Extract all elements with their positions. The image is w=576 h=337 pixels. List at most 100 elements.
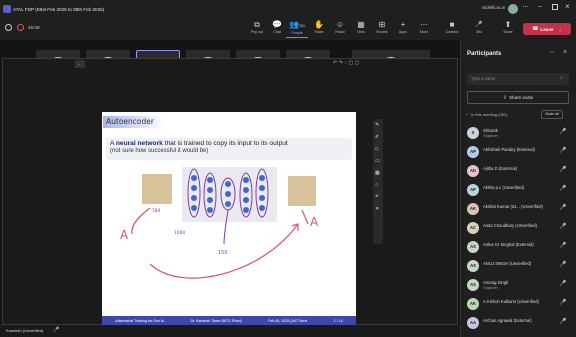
slide-title: Autoencoder — [106, 117, 154, 126]
footer-course: Adversarial Training for Gen AI — [115, 319, 165, 323]
hand-icon: ✋ — [314, 20, 324, 29]
footer-page: 1 / 14 — [333, 319, 343, 323]
participant-name: Abhishek Pandey (External) — [483, 147, 535, 152]
close-icon[interactable]: × — [565, 2, 570, 11]
share-tools-icon[interactable]: ↶ ↷ ◌ ▢ ▢ — [333, 60, 359, 66]
avatar: AK — [467, 298, 479, 310]
people-count: 251 — [298, 24, 305, 28]
mic-off-icon: 🎤 — [559, 205, 567, 211]
ellipsis-icon: ⋯ — [420, 20, 428, 29]
meeting-timer: 45:09 — [28, 25, 40, 30]
undo-icon[interactable]: ↶ — [375, 194, 379, 200]
raise-label: Raise — [314, 30, 324, 34]
mic-off-icon: 🎤 — [559, 243, 567, 249]
participant-row[interactable]: AS Anurag Singh Organizer 🎤 — [461, 276, 576, 295]
people-button[interactable]: 👥251 People — [286, 20, 308, 38]
avatar: AC — [467, 222, 479, 234]
participant-name: Anurag Singh — [483, 280, 509, 285]
section-chevron-icon[interactable]: ⌄ — [465, 111, 468, 116]
rooms-button[interactable]: ⊞ Rooms — [371, 20, 393, 38]
minimize-icon[interactable]: – — [538, 3, 542, 10]
popout-button[interactable]: ⧉ Pop out — [246, 20, 268, 38]
panel-title: Participants — [467, 51, 502, 57]
panel-more-icon[interactable]: ⋯ — [549, 49, 555, 56]
search-placeholder: Type a name — [471, 76, 496, 81]
mic-off-icon: 🎤 — [559, 148, 567, 154]
section-label: In this meeting (251) — [471, 112, 508, 117]
label-a1: A — [120, 228, 129, 242]
share-button[interactable]: ⬆ Share — [497, 20, 519, 38]
avatar: S — [467, 127, 479, 139]
output-image — [288, 176, 316, 206]
more-button[interactable]: ⋯ More — [413, 20, 435, 38]
apps-button[interactable]: + Apps — [392, 20, 414, 38]
chat-button[interactable]: 💬 Chat — [266, 20, 288, 38]
clear-icon[interactable]: ✕ — [375, 206, 379, 212]
presentation-slide: Autoencoder A neural network that is tra… — [102, 112, 356, 328]
recording-icon — [17, 24, 24, 31]
people-icon: 👥251 — [289, 20, 305, 29]
participant-row[interactable]: AS Ankur Kr Singhal (External) 🎤 — [461, 238, 576, 257]
mic-off-icon: 🎤 — [559, 319, 567, 325]
share-invite-button[interactable]: ⇧ Share invite — [467, 91, 569, 104]
mic-icon: 🎤 — [53, 327, 60, 333]
back-arrow-icon[interactable]: ← — [75, 60, 85, 68]
participant-row[interactable]: AC Anita Choudhary (Unverified) 🎤 — [461, 219, 576, 238]
annotation-toolbar: ✎ ✐ ◇ ▭ ▦ ○ ↶ ✕ — [373, 119, 383, 244]
profile-avatar[interactable] — [508, 4, 518, 14]
participant-name: Anita Choudhary (Unverified) — [483, 223, 537, 228]
chat-icon: 💬 — [272, 20, 282, 29]
slide-subtext: (not sure how successful it would be) — [110, 148, 209, 154]
camera-button[interactable]: ■ Camera — [441, 20, 463, 38]
mic-button[interactable]: 🎤 Mic — [468, 20, 490, 38]
chevron-down-icon[interactable]: ⌄ — [558, 27, 561, 32]
grid-icon[interactable]: ▦ — [375, 170, 380, 176]
highlighter-icon[interactable]: ✐ — [375, 134, 379, 140]
label-n2: 784 — [152, 208, 161, 214]
share-invite-label: Share invite — [508, 95, 534, 100]
participant-role: Organizer — [483, 134, 498, 138]
account-label: nitdelhi.ac.in — [482, 5, 506, 10]
raise-hand-button[interactable]: ✋ Raise — [308, 20, 330, 38]
presenter-bar: Kamlesh (Unverified) 🎤 — [0, 325, 460, 337]
participant-name: Archan Agrawal (External) — [483, 318, 532, 323]
camera-label: Camera — [445, 30, 459, 34]
chat-label: Chat — [273, 30, 281, 34]
mute-all-button[interactable]: Mute all — [541, 110, 563, 119]
participant-row[interactable]: AP Akhila p.c (Unverified) 🎤 — [461, 181, 576, 200]
participant-row[interactable]: AP Abhishek Pandey (External) 🎤 — [461, 143, 576, 162]
participant-row[interactable]: AS ANUJ SINGH (Unverified) 🎤 — [461, 257, 576, 276]
participant-name: Ankur Kr Singhal (External) — [483, 242, 534, 247]
autoencoder-diagram: A A 150 1000 784 — [120, 167, 319, 279]
slide-text-post: that is trained to copy its input to its… — [162, 140, 288, 147]
participant-row[interactable]: AA Archan Agrawal (External) 🎤 — [461, 314, 576, 333]
meeting-info-icon[interactable] — [5, 24, 12, 31]
footer-author: Dr. Kamlesh Tiwari (BITS Pilani) — [190, 319, 242, 323]
avatar: AP — [467, 184, 479, 196]
more-options-icon[interactable]: ⋯ — [522, 3, 529, 11]
participant-row[interactable]: S Shivank Organizer 🎤 — [461, 124, 576, 143]
rooms-icon: ⊞ — [378, 20, 386, 29]
title-bar: ATAL FDP (Ettel Feb 2025 to 08th Feb 202… — [0, 0, 576, 18]
mic-label: Mic — [476, 30, 482, 34]
participant-role: Organizer — [483, 286, 498, 290]
pen-icon[interactable]: ✎ — [375, 122, 379, 128]
search-input[interactable]: Type a name ⌕ — [467, 73, 569, 85]
participant-row[interactable]: AD Ajitha D (External) 🎤 — [461, 162, 576, 181]
participant-row[interactable]: AK Akshat Kumar (24... (Unverified) 🎤 — [461, 200, 576, 219]
view-button[interactable]: ▦ View — [350, 20, 372, 38]
people-label: People — [291, 31, 303, 35]
react-button[interactable]: ☺ React — [329, 20, 351, 38]
leave-button[interactable]: ☎ Leave ⌄ — [523, 23, 571, 35]
eraser-icon[interactable]: ◇ — [375, 146, 379, 152]
participant-row[interactable]: AK A.Kishori Kulkarni (Unverified) 🎤 — [461, 295, 576, 314]
camera-icon: ■ — [449, 20, 455, 29]
avatar: AK — [467, 203, 479, 215]
maximize-icon[interactable] — [552, 4, 558, 10]
leave-label: Leave — [540, 26, 554, 32]
presenter-name: Kamlesh (Unverified) — [6, 328, 44, 333]
shapes-icon[interactable]: ▭ — [375, 158, 380, 164]
panel-close-icon[interactable]: × — [563, 49, 567, 56]
label-a2: A — [310, 215, 319, 229]
lasso-icon[interactable]: ○ — [375, 182, 378, 188]
